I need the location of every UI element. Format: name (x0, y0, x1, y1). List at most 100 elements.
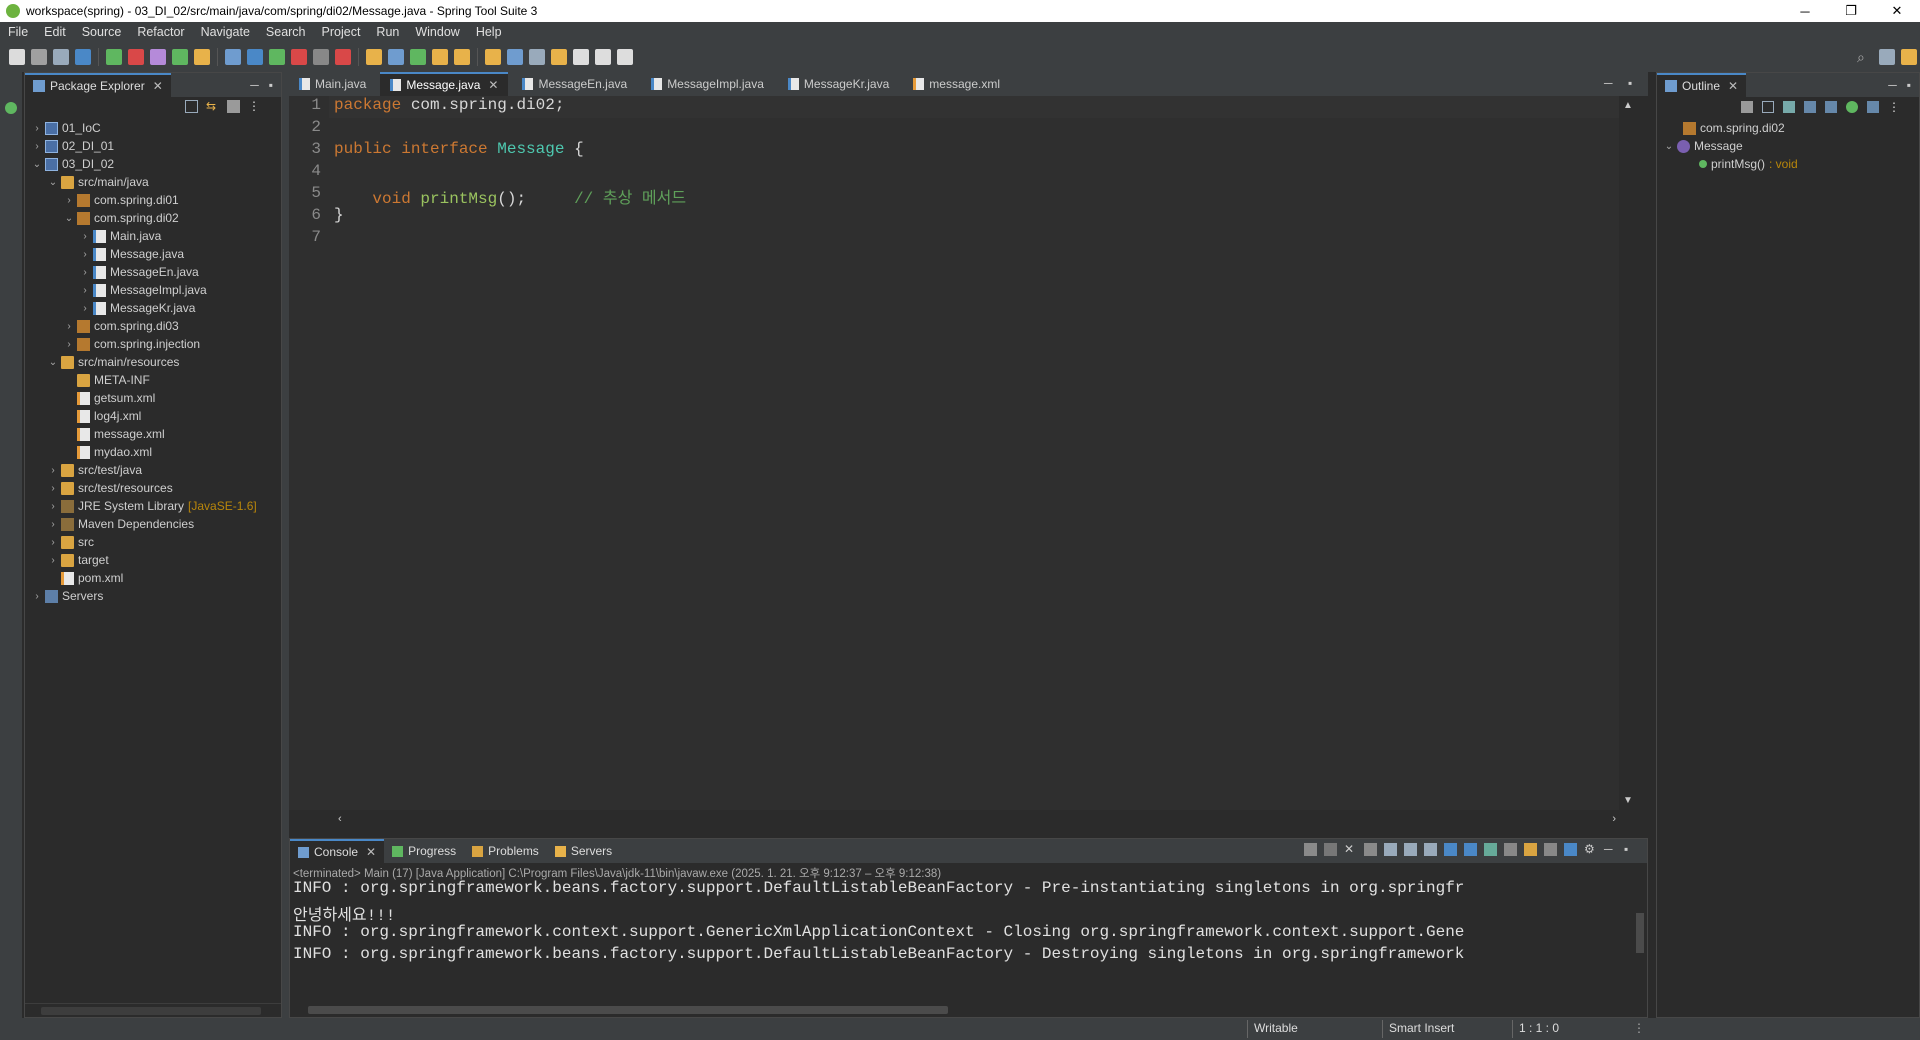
minimize-icon[interactable]: ─ (1888, 78, 1897, 92)
sort-icon[interactable] (1741, 101, 1753, 113)
minimize-button[interactable]: ─ (1782, 0, 1828, 22)
menu-help[interactable]: Help (472, 25, 514, 39)
editor-minimize-icon[interactable]: ─ (1604, 76, 1613, 90)
hide-static-icon[interactable] (1804, 101, 1816, 113)
console-horizontal-scrollbar[interactable] (290, 1003, 1630, 1017)
scroll-lock-icon[interactable] (1404, 843, 1417, 856)
chevron-right-icon[interactable]: › (79, 249, 91, 260)
editor-horizontal-scrollbar[interactable]: ‹ › (334, 813, 1620, 827)
console-vertical-scrollbar[interactable] (1633, 879, 1647, 994)
new-class-icon[interactable] (313, 49, 329, 65)
menu-source[interactable]: Source (78, 25, 134, 39)
chevron-down-icon[interactable]: ⌄ (47, 357, 59, 368)
editor-tab[interactable]: MessageKr.java (778, 72, 899, 96)
menu-project[interactable]: Project (318, 25, 373, 39)
scroll-thumb[interactable] (1636, 913, 1644, 953)
java-icon[interactable] (595, 49, 611, 65)
back-icon[interactable] (454, 49, 470, 65)
chevron-down-icon[interactable]: ⌄ (63, 213, 75, 224)
editor-tab[interactable]: MessageImpl.java (641, 72, 774, 96)
hide-nonpublic-icon[interactable] (1825, 101, 1837, 113)
format-icon[interactable] (1564, 843, 1577, 856)
scroll-down-icon[interactable]: ▼ (1623, 795, 1633, 806)
forward-icon[interactable] (485, 49, 501, 65)
boot-icon[interactable] (573, 49, 589, 65)
tree-item[interactable]: › JRE System Library [JavaSE-1.6] (47, 497, 256, 515)
chevron-right-icon[interactable]: › (31, 141, 43, 152)
coverage-icon[interactable] (225, 49, 241, 65)
tree-item[interactable]: › MessageEn.java (79, 263, 198, 281)
minimize-icon[interactable]: ─ (250, 78, 259, 92)
horizontal-scrollbar[interactable] (25, 1003, 281, 1017)
save-icon[interactable] (31, 49, 47, 65)
tree-item[interactable]: › com.spring.injection (63, 335, 200, 353)
editor-tab[interactable]: Main.java (289, 72, 376, 96)
run-icon[interactable] (150, 49, 166, 65)
link-icon[interactable] (1867, 101, 1879, 113)
search-icon[interactable] (366, 49, 382, 65)
tree-item[interactable]: › Servers (31, 587, 103, 605)
scroll-thumb[interactable] (41, 1007, 261, 1015)
menu-file[interactable]: File (4, 25, 40, 39)
minimize-icon[interactable]: ─ (1604, 843, 1617, 856)
settings-icon[interactable]: ⚙ (1584, 843, 1597, 856)
editor-vertical-scrollbar[interactable]: ▲ ▼ (1620, 96, 1634, 810)
menu-refactor[interactable]: Refactor (133, 25, 196, 39)
open-perspective-icon[interactable] (529, 49, 545, 65)
hide-fields-icon[interactable] (1783, 101, 1795, 113)
tab-package-explorer[interactable]: Package Explorer ✕ (25, 73, 171, 97)
copy-icon[interactable] (1544, 843, 1557, 856)
close-tab-icon[interactable]: ✕ (488, 78, 498, 92)
last-edit-icon[interactable] (507, 49, 523, 65)
show-on-stderr-icon[interactable] (1464, 843, 1477, 856)
outline-item-method[interactable]: printMsg() : void (1699, 155, 1798, 173)
editor-tab[interactable]: message.xml (903, 72, 1010, 96)
open-console-icon[interactable] (1524, 843, 1537, 856)
tab-servers[interactable]: Servers (547, 839, 620, 863)
tree-item[interactable]: log4j.xml (63, 407, 141, 425)
spring-icon[interactable] (551, 49, 567, 65)
open-perspective-icon[interactable] (1879, 49, 1895, 65)
scroll-up-icon[interactable]: ▲ (1623, 100, 1633, 111)
collapse-all-icon[interactable] (1762, 101, 1774, 113)
other-icon[interactable] (617, 49, 633, 65)
close-icon[interactable]: ✕ (1728, 79, 1738, 93)
pin-icon[interactable] (1304, 843, 1317, 856)
display-console-icon[interactable] (1504, 843, 1517, 856)
chevron-right-icon[interactable]: › (31, 123, 43, 134)
new-java-project-icon[interactable] (269, 49, 285, 65)
tree-item[interactable]: › src/test/resources (47, 479, 172, 497)
chevron-right-icon[interactable]: › (63, 195, 75, 206)
filter-icon[interactable] (227, 100, 240, 113)
close-window-button[interactable]: ✕ (1874, 0, 1920, 22)
tree-item[interactable]: › Message.java (79, 245, 184, 263)
tree-item[interactable]: › Main.java (79, 227, 161, 245)
annotation-icon[interactable] (388, 49, 404, 65)
chevron-right-icon[interactable]: › (47, 555, 59, 566)
clear-console-icon[interactable] (1384, 843, 1397, 856)
menu-edit[interactable]: Edit (40, 25, 78, 39)
outline-item-interface[interactable]: ⌄ Message (1663, 137, 1743, 155)
tree-item[interactable]: › MessageImpl.java (79, 281, 206, 299)
scroll-thumb[interactable] (308, 1006, 948, 1014)
chevron-right-icon[interactable]: › (47, 483, 59, 494)
build-icon[interactable] (106, 49, 122, 65)
view-menu-icon[interactable]: ⋮ (248, 100, 261, 113)
chevron-down-icon[interactable]: ⌄ (31, 159, 43, 170)
chevron-down-icon[interactable]: ⌄ (47, 177, 59, 188)
menu-search[interactable]: Search (262, 25, 318, 39)
chevron-right-icon[interactable]: › (63, 339, 75, 350)
link-with-editor-icon[interactable]: ⇆ (206, 100, 219, 113)
editor-maximize-icon[interactable]: ▪ (1628, 76, 1632, 90)
terminate-icon[interactable] (1324, 843, 1337, 856)
restore-icon[interactable] (5, 102, 17, 114)
tree-item[interactable]: › Maven Dependencies (47, 515, 194, 533)
tab-console[interactable]: Console ✕ (290, 839, 385, 863)
maximize-icon[interactable]: ▪ (1624, 843, 1637, 856)
tree-item[interactable]: › target (47, 551, 108, 569)
chevron-right-icon[interactable]: › (79, 231, 91, 242)
new-package-icon[interactable] (291, 49, 307, 65)
run-ext-icon[interactable] (172, 49, 188, 65)
chevron-right-icon[interactable]: › (47, 501, 59, 512)
maximize-icon[interactable]: ▪ (1907, 78, 1911, 92)
